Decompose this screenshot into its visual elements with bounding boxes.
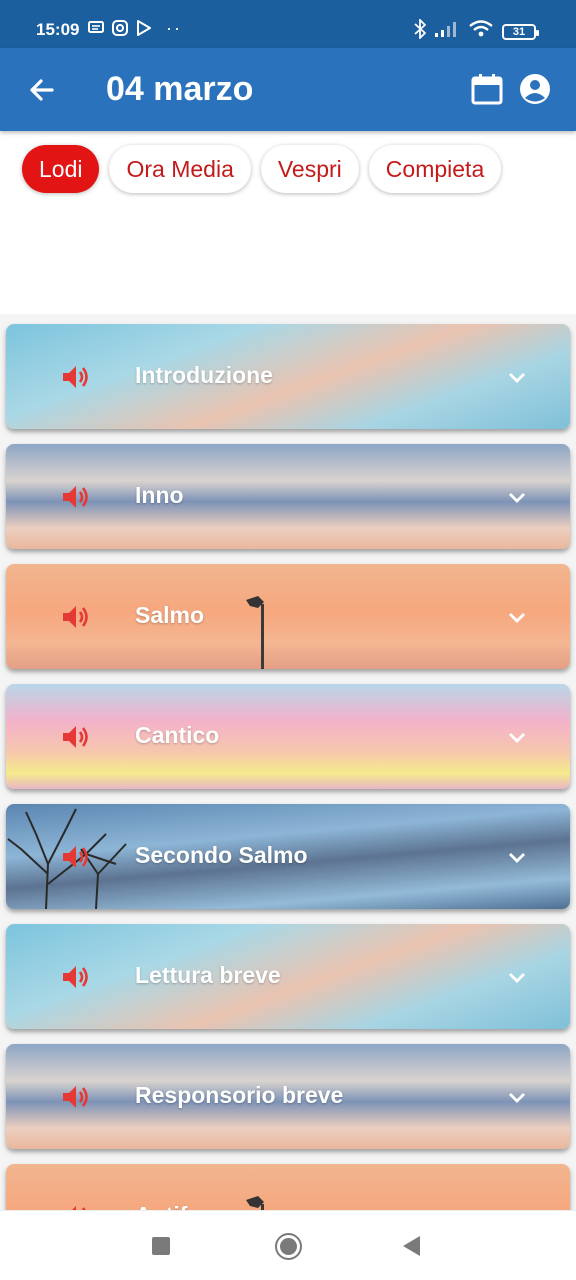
system-icons: 31 [414, 17, 539, 44]
section-card-inno[interactable]: Inno [6, 444, 570, 549]
section-label: Responsorio breve [135, 1082, 344, 1108]
section-card-responsorio-breve[interactable]: Responsorio breve [6, 1044, 570, 1149]
section-label: Cantico [135, 722, 220, 748]
street-lamp-image [242, 594, 272, 669]
hour-tabs: Lodi Ora Media Vespri Compieta [22, 145, 502, 193]
chevron-down-icon[interactable] [506, 486, 528, 508]
calendar-icon[interactable] [470, 72, 504, 106]
chevron-down-icon[interactable] [506, 966, 528, 988]
chevron-down-icon[interactable] [506, 606, 528, 628]
app-bar: 04 marzo [0, 48, 576, 131]
play-store-icon [136, 20, 152, 36]
tab-vespri[interactable]: Vespri [260, 145, 359, 193]
section-label: Inno [135, 482, 184, 508]
chevron-down-icon[interactable] [506, 366, 528, 388]
page-title: 04 marzo [106, 70, 254, 108]
speaker-icon[interactable] [61, 362, 91, 392]
section-card-introduzione[interactable]: Introduzione [6, 324, 570, 429]
instagram-icon [112, 20, 128, 36]
status-bar: 15:09 ·· 31 [0, 0, 576, 48]
speaker-icon[interactable] [61, 1082, 91, 1112]
sections-list: Introduzione Inno Salmo Cantico Secondo … [6, 324, 570, 1280]
back-arrow-icon[interactable] [26, 74, 58, 106]
speaker-icon[interactable] [61, 722, 91, 752]
section-card-secondo-salmo[interactable]: Secondo Salmo [6, 804, 570, 909]
more-notifications-icon: ·· [166, 18, 182, 38]
speaker-icon[interactable] [61, 602, 91, 632]
chevron-down-icon[interactable] [506, 1086, 528, 1108]
home-icon[interactable] [275, 1233, 302, 1260]
system-navigation-bar [0, 1210, 576, 1280]
tab-lodi[interactable]: Lodi [22, 145, 100, 193]
section-label: Introduzione [135, 362, 273, 388]
nav-back-icon[interactable] [403, 1236, 420, 1256]
battery-indicator: 31 [502, 23, 539, 40]
section-card-cantico[interactable]: Cantico [6, 684, 570, 789]
wifi-icon [468, 19, 494, 44]
notification-icons: ·· [88, 18, 182, 38]
speaker-icon[interactable] [61, 482, 91, 512]
message-icon [88, 20, 104, 36]
tab-compieta[interactable]: Compieta [368, 145, 502, 193]
speaker-icon[interactable] [61, 842, 91, 872]
status-time: 15:09 [36, 20, 80, 39]
speaker-icon[interactable] [61, 962, 91, 992]
section-card-salmo[interactable]: Salmo [6, 564, 570, 669]
section-card-lettura-breve[interactable]: Lettura breve [6, 924, 570, 1029]
chevron-down-icon[interactable] [506, 726, 528, 748]
section-label: Lettura breve [135, 962, 281, 988]
account-circle-icon[interactable] [518, 72, 552, 106]
section-label: Salmo [135, 602, 205, 628]
chevron-down-icon[interactable] [506, 846, 528, 868]
signal-icon [434, 20, 460, 43]
section-label: Secondo Salmo [135, 842, 308, 868]
recent-apps-icon[interactable] [152, 1237, 170, 1255]
tab-ora-media[interactable]: Ora Media [109, 145, 251, 193]
bluetooth-icon [414, 17, 427, 44]
